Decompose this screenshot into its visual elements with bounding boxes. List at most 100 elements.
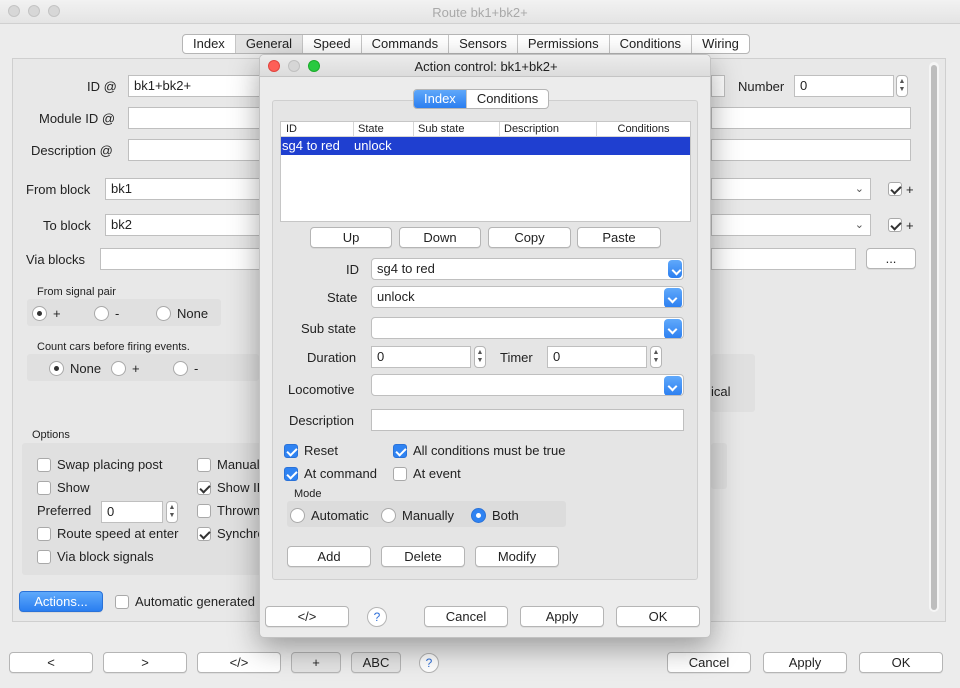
via-block-signals-option[interactable]: Via block signals xyxy=(37,549,154,564)
count-minus-option[interactable]: - xyxy=(173,361,198,376)
dialog-tab-index[interactable]: Index xyxy=(414,90,467,108)
locomotive-select[interactable] xyxy=(371,374,684,396)
preferred-field[interactable]: 0 xyxy=(101,501,163,523)
timer-field[interactable]: 0 xyxy=(547,346,647,368)
synchro-checkbox[interactable] xyxy=(197,526,211,541)
ok-button[interactable]: OK xyxy=(859,652,943,673)
route-speed-option[interactable]: Route speed at enter xyxy=(37,526,178,541)
column-id[interactable]: ID xyxy=(281,122,354,136)
scrollbar-thumb[interactable] xyxy=(931,65,937,610)
copy-button[interactable]: Copy xyxy=(488,227,571,248)
add-button[interactable]: + xyxy=(291,652,341,673)
from-block-select-right[interactable]: ⌄ xyxy=(711,178,871,200)
previous-button[interactable]: < xyxy=(9,652,93,673)
xml-button[interactable]: </> xyxy=(197,652,281,673)
table-row[interactable]: sg4 to red unlock xyxy=(281,137,690,155)
column-state[interactable]: State xyxy=(354,122,414,136)
signal-none-radio[interactable] xyxy=(156,306,171,321)
auto-generated-option[interactable]: Automatic generated xyxy=(115,594,255,609)
manually-radio[interactable] xyxy=(381,508,396,523)
show-checkbox[interactable] xyxy=(37,480,51,495)
preferred-stepper[interactable]: ▲ ▼ xyxy=(166,501,178,523)
all-conditions-checkbox[interactable] xyxy=(393,443,407,458)
actions-button[interactable]: Actions... xyxy=(19,591,103,612)
reset-checkbox[interactable] xyxy=(284,443,298,458)
via-block-signals-checkbox[interactable] xyxy=(37,549,51,564)
to-block-select-right[interactable]: ⌄ xyxy=(711,214,871,236)
thrown-checkbox[interactable] xyxy=(197,503,211,518)
tab-speed[interactable]: Speed xyxy=(303,35,362,53)
swap-placing-checkbox[interactable] xyxy=(37,457,51,472)
manual-checkbox[interactable] xyxy=(197,457,211,472)
show-id-option[interactable]: Show ID xyxy=(197,480,266,495)
reset-option[interactable]: Reset xyxy=(284,443,338,458)
swap-placing-option[interactable]: Swap placing post xyxy=(37,457,163,472)
column-conditions[interactable]: Conditions xyxy=(597,122,690,136)
at-event-checkbox[interactable] xyxy=(393,466,407,481)
delete-action-button[interactable]: Delete xyxy=(381,546,465,567)
signal-plus-radio[interactable] xyxy=(32,306,47,321)
thrown-option[interactable]: Thrown xyxy=(197,503,260,518)
description-field-right[interactable] xyxy=(711,139,911,161)
tab-conditions[interactable]: Conditions xyxy=(610,35,693,53)
auto-generated-checkbox[interactable] xyxy=(115,594,129,609)
add-action-button[interactable]: Add xyxy=(287,546,371,567)
duration-stepper[interactable]: ▲ ▼ xyxy=(474,346,486,368)
signal-minus-radio[interactable] xyxy=(94,306,109,321)
to-block-plus-checkbox[interactable] xyxy=(888,218,902,235)
both-radio[interactable] xyxy=(471,508,486,523)
automatic-radio[interactable] xyxy=(290,508,305,523)
count-none-option[interactable]: None xyxy=(49,361,101,376)
down-button[interactable]: Down xyxy=(399,227,481,248)
module-id-field-right[interactable] xyxy=(711,107,911,129)
dialog-cancel-button[interactable]: Cancel xyxy=(424,606,508,627)
show-option[interactable]: Show xyxy=(37,480,90,495)
dialog-help-icon[interactable]: ? xyxy=(367,607,387,627)
paste-button[interactable]: Paste xyxy=(577,227,661,248)
route-id-field[interactable]: bk1+bk2+ xyxy=(128,75,263,97)
via-blocks-field[interactable] xyxy=(100,248,263,270)
modify-action-button[interactable]: Modify xyxy=(475,546,559,567)
state-select[interactable]: unlock xyxy=(371,286,684,308)
sub-state-select[interactable] xyxy=(371,317,684,339)
count-none-radio[interactable] xyxy=(49,361,64,376)
via-blocks-button[interactable]: ... xyxy=(866,248,916,269)
tab-permissions[interactable]: Permissions xyxy=(518,35,610,53)
tab-general[interactable]: General xyxy=(235,35,304,53)
abc-button[interactable]: ABC xyxy=(351,652,401,673)
route-id-field-right[interactable] xyxy=(711,75,725,97)
count-plus-radio[interactable] xyxy=(111,361,126,376)
action-description-field[interactable] xyxy=(371,409,684,431)
count-minus-radio[interactable] xyxy=(173,361,188,376)
cancel-button[interactable]: Cancel xyxy=(667,652,751,673)
mode-manually-option[interactable]: Manually xyxy=(381,508,454,523)
timer-stepper[interactable]: ▲ ▼ xyxy=(650,346,662,368)
tab-wiring[interactable]: Wiring xyxy=(692,35,749,53)
from-block-select[interactable]: bk1 xyxy=(105,178,263,200)
via-blocks-field-right[interactable] xyxy=(711,248,856,270)
at-command-checkbox[interactable] xyxy=(284,466,298,481)
dialog-ok-button[interactable]: OK xyxy=(616,606,700,627)
tab-commands[interactable]: Commands xyxy=(362,35,450,53)
to-block-select[interactable]: bk2 xyxy=(105,214,263,236)
duration-field[interactable]: 0 xyxy=(371,346,471,368)
action-id-select[interactable]: sg4 to red xyxy=(371,258,684,280)
from-block-plus-checkbox[interactable] xyxy=(888,182,902,199)
column-description[interactable]: Description xyxy=(500,122,597,136)
number-stepper[interactable]: ▲ ▼ xyxy=(896,75,908,97)
manual-option[interactable]: Manual xyxy=(197,457,260,472)
mode-both-option[interactable]: Both xyxy=(471,508,519,523)
next-button[interactable]: > xyxy=(103,652,187,673)
vertical-scrollbar[interactable] xyxy=(929,62,939,612)
number-field[interactable]: 0 xyxy=(794,75,894,97)
synchro-option[interactable]: Synchro xyxy=(197,526,265,541)
show-id-checkbox[interactable] xyxy=(197,480,211,495)
column-sub-state[interactable]: Sub state xyxy=(414,122,500,136)
signal-plus-option[interactable]: + xyxy=(32,306,61,321)
dialog-xml-button[interactable]: </> xyxy=(265,606,349,627)
signal-none-option[interactable]: None xyxy=(156,306,208,321)
route-speed-checkbox[interactable] xyxy=(37,526,51,541)
help-icon[interactable]: ? xyxy=(419,653,439,673)
description-field[interactable] xyxy=(128,139,263,161)
tab-sensors[interactable]: Sensors xyxy=(449,35,518,53)
